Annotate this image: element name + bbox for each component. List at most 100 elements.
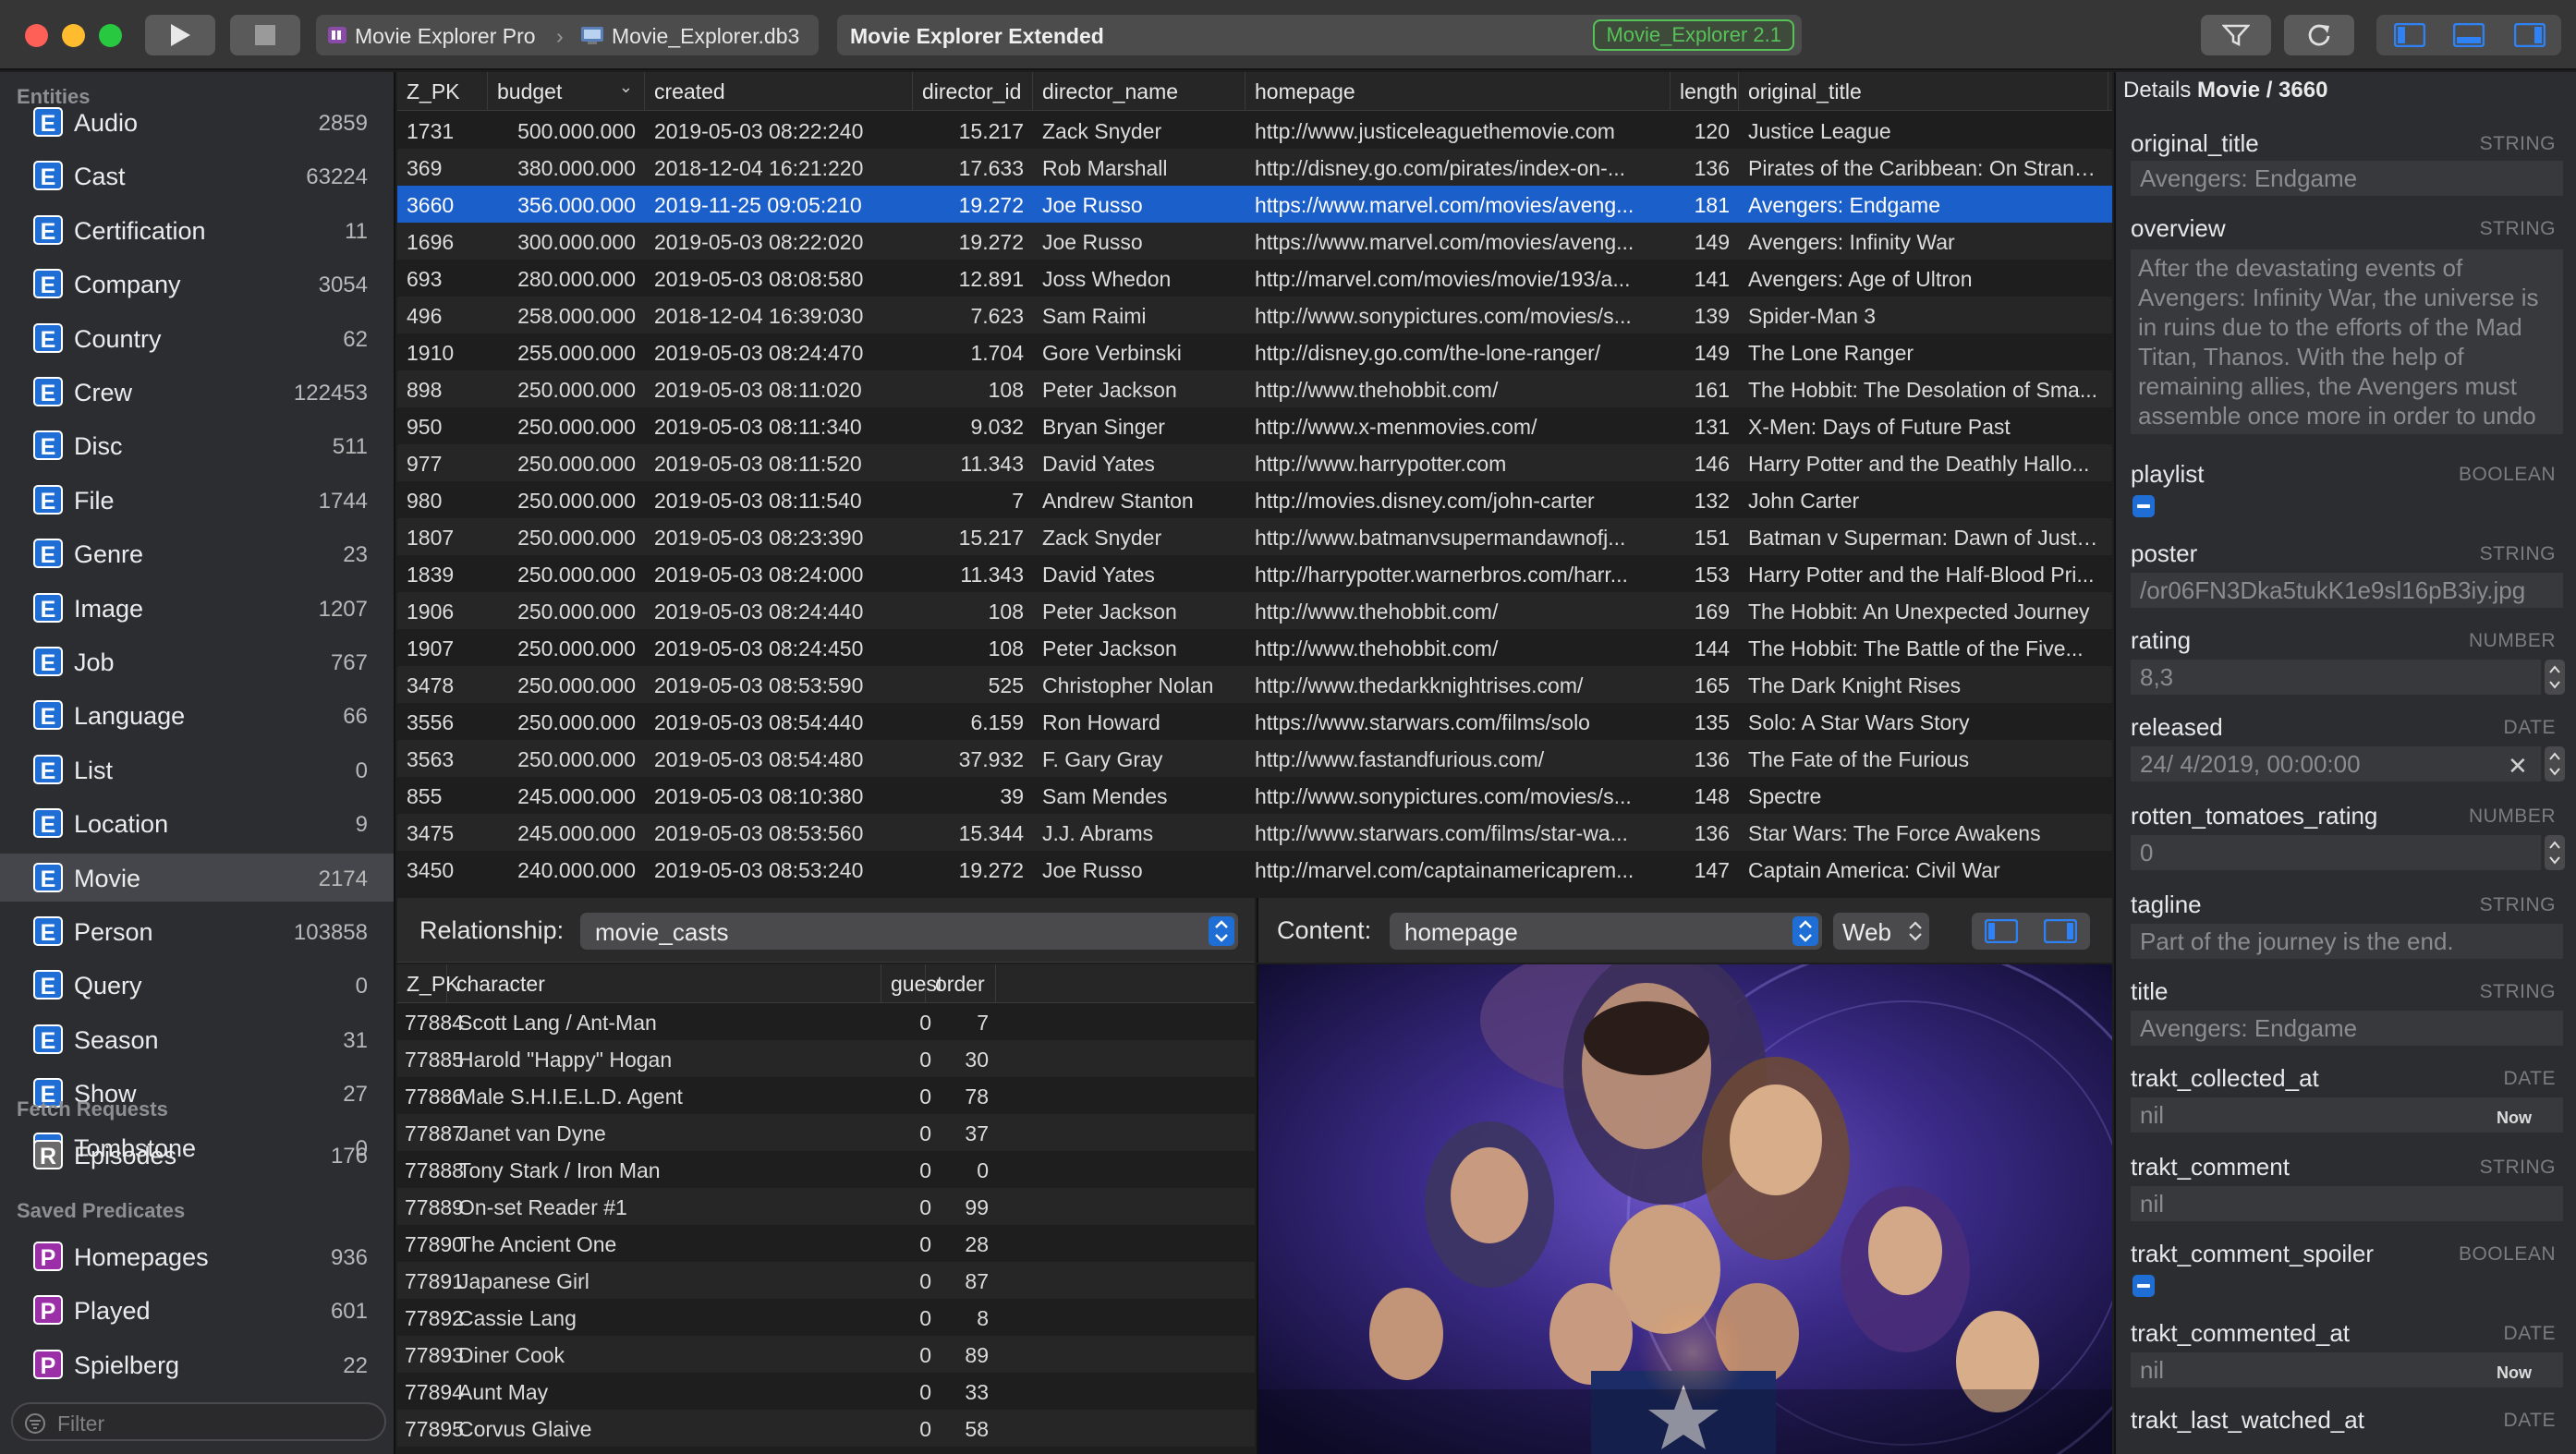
- relationship-column-header-guest[interactable]: guest: [881, 964, 942, 1003]
- relationship-row[interactable]: 77889 On-set Reader #1 0 99: [397, 1188, 1255, 1225]
- table-row[interactable]: 3478 250.000.000 2019-05-03 08:53:590 525 Ch…: [397, 666, 2112, 703]
- records-table[interactable]: Z_PK budget ⌄ created director_id director_na…: [397, 72, 2112, 894]
- table-row[interactable]: 977 250.000.000 2019-05-03 08:11:520 11.343…: [397, 444, 2112, 481]
- field-title-input[interactable]: Avengers: Endgame: [2131, 1011, 2563, 1046]
- relationship-row[interactable]: 77894 Aunt May 0 33: [397, 1373, 1255, 1410]
- table-row[interactable]: 855 245.000.000 2019-05-03 08:10:380 39 Sam …: [397, 777, 2112, 814]
- sidebar-entity-country[interactable]: E Country 62: [0, 314, 394, 362]
- relationship-row[interactable]: 77884 Scott Lang / Ant-Man 0 7: [397, 1003, 1255, 1040]
- layout-right-icon[interactable]: [2044, 919, 2077, 943]
- sidebar-entity-file[interactable]: E File 1744: [0, 476, 394, 524]
- sidebar-entity-season[interactable]: E Season 31: [0, 1015, 394, 1063]
- table-row[interactable]: 1696 300.000.000 2019-05-03 08:22:020 19.27…: [397, 223, 2112, 260]
- column-header-original-title[interactable]: original_title: [1739, 72, 2108, 111]
- relationship-column-header-Z-PK[interactable]: Z_PK: [397, 964, 460, 1003]
- sidebar-entity-certification[interactable]: E Certification 11: [0, 206, 394, 254]
- path-breadcrumb[interactable]: Movie Explorer Pro › Movie_Explorer.db3: [316, 15, 819, 55]
- stop-button[interactable]: [230, 15, 300, 55]
- table-row[interactable]: 1807 250.000.000 2019-05-03 08:23:390 15.21…: [397, 518, 2112, 555]
- field-rotten-tomatoes-rating-input[interactable]: 0: [2131, 835, 2541, 870]
- sidebar-entity-audio[interactable]: E Audio 2859: [0, 98, 394, 146]
- table-row[interactable]: 1839 250.000.000 2019-05-03 08:24:000 11.34…: [397, 555, 2112, 592]
- table-row[interactable]: 693 280.000.000 2019-05-03 08:08:580 12.891…: [397, 260, 2112, 297]
- filter-button[interactable]: [2201, 15, 2271, 55]
- content-field-popup[interactable]: homepage: [1390, 913, 1822, 950]
- field-trakt-commented-at-now-button[interactable]: Now: [2497, 1363, 2532, 1383]
- relationship-row[interactable]: 77888 Tony Stark / Iron Man 0 0: [397, 1151, 1255, 1188]
- toggle-details-icon[interactable]: [2514, 23, 2546, 47]
- refresh-button[interactable]: [2284, 15, 2354, 55]
- sidebar-predicate-spielberg[interactable]: P Spielberg 22: [0, 1340, 394, 1388]
- sidebar-entity-location[interactable]: E Location 9: [0, 799, 394, 847]
- field-rating-input[interactable]: 8,3: [2131, 660, 2541, 695]
- table-row[interactable]: 3660 356.000.000 2019-11-25 09:05:210 19.27…: [397, 186, 2112, 223]
- table-row[interactable]: 1907 250.000.000 2019-05-03 08:24:450 108 Pe…: [397, 629, 2112, 666]
- sidebar-predicate-homepages[interactable]: P Homepages 936: [0, 1232, 394, 1280]
- toggle-bottom-pane-icon[interactable]: [2453, 23, 2485, 47]
- field-playlist-checkbox[interactable]: [2132, 495, 2155, 517]
- relationship-row[interactable]: 77892 Cassie Lang 0 8: [397, 1299, 1255, 1336]
- breadcrumb-app-name[interactable]: Movie Explorer Pro: [355, 24, 536, 49]
- table-row[interactable]: 950 250.000.000 2019-05-03 08:11:340 9.032 B…: [397, 407, 2112, 444]
- zoom-window-button[interactable]: [99, 24, 122, 47]
- sidebar-predicate-played[interactable]: P Played 601: [0, 1286, 394, 1334]
- clear-date-icon[interactable]: ✕: [2508, 752, 2528, 781]
- sidebar-entity-company[interactable]: E Company 3054: [0, 260, 394, 308]
- table-row[interactable]: 3475 245.000.000 2019-05-03 08:53:560 15.34…: [397, 814, 2112, 851]
- column-header-length[interactable]: length: [1671, 72, 1739, 111]
- sidebar-entity-image[interactable]: E Image 1207: [0, 584, 394, 632]
- minimize-window-button[interactable]: [62, 24, 85, 47]
- field-poster-input[interactable]: /or06FN3Dka5tukK1e9sl16pB3iy.jpg: [2131, 573, 2563, 608]
- content-mode-popup[interactable]: Web: [1833, 913, 1929, 950]
- relationship-table[interactable]: Z_PK character guest order 77884 Scott Lang …: [397, 964, 1255, 1454]
- relationship-column-header-character[interactable]: character: [447, 964, 881, 1003]
- column-header-created[interactable]: created: [645, 72, 913, 111]
- layout-left-icon[interactable]: [1985, 919, 2018, 943]
- sidebar-fetch-episodes[interactable]: R Episodes 176: [0, 1131, 394, 1179]
- sidebar-entity-crew[interactable]: E Crew 122453: [0, 368, 394, 416]
- field-overview-textarea[interactable]: After the devastating events of Avengers…: [2131, 249, 2563, 434]
- sidebar-entity-cast[interactable]: E Cast 63224: [0, 151, 394, 200]
- table-row[interactable]: 496 258.000.000 2018-12-04 16:39:030 7.623 S…: [397, 297, 2112, 333]
- field-trakt-collected-at-now-button[interactable]: Now: [2497, 1109, 2532, 1128]
- field-rating-stepper[interactable]: [2545, 660, 2565, 695]
- field-trakt-comment-input[interactable]: nil: [2131, 1186, 2563, 1221]
- relationship-popup[interactable]: movie_casts: [580, 913, 1238, 950]
- relationship-column-header-order[interactable]: order: [926, 964, 996, 1003]
- column-header-director-name[interactable]: director_name: [1033, 72, 1245, 111]
- table-row[interactable]: 3563 250.000.000 2019-05-03 08:54:480 37.93…: [397, 740, 2112, 777]
- breadcrumb-file-name[interactable]: Movie_Explorer.db3: [612, 24, 799, 49]
- field-trakt-comment-spoiler-checkbox[interactable]: [2132, 1275, 2155, 1297]
- sidebar-entity-query[interactable]: E Query 0: [0, 961, 394, 1009]
- toggle-sidebar-icon[interactable]: [2394, 23, 2425, 47]
- table-row[interactable]: 3450 240.000.000 2019-05-03 08:53:240 19.27…: [397, 851, 2112, 888]
- sidebar-entity-movie[interactable]: E Movie 2174: [0, 853, 394, 902]
- column-header-director-id[interactable]: director_id: [913, 72, 1033, 111]
- field-released-stepper[interactable]: [2545, 746, 2565, 782]
- field-tagline-input[interactable]: Part of the journey is the end.: [2131, 924, 2563, 959]
- table-row[interactable]: 1906 250.000.000 2019-05-03 08:24:440 108 Pe…: [397, 592, 2112, 629]
- relationship-row[interactable]: 77891 Japanese Girl 0 87: [397, 1262, 1255, 1299]
- sidebar-filter-field[interactable]: Filter: [11, 1402, 386, 1441]
- close-window-button[interactable]: [25, 24, 48, 47]
- relationship-row[interactable]: 77890 The Ancient One 0 28: [397, 1225, 1255, 1262]
- column-header-Z-PK[interactable]: Z_PK: [397, 72, 488, 111]
- relationship-row[interactable]: 77885 Harold "Happy" Hogan 0 30: [397, 1040, 1255, 1077]
- sort-descending-icon[interactable]: ⌄: [619, 78, 633, 97]
- sidebar-entity-person[interactable]: E Person 103858: [0, 907, 394, 955]
- sidebar-entity-job[interactable]: E Job 767: [0, 637, 394, 685]
- relationship-row[interactable]: 77893 Diner Cook 0 89: [397, 1336, 1255, 1373]
- relationship-row[interactable]: 77887 Janet van Dyne 0 37: [397, 1114, 1255, 1151]
- table-row[interactable]: 3556 250.000.000 2019-05-03 08:54:440 6.159…: [397, 703, 2112, 740]
- relationship-row[interactable]: 77886 Male S.H.I.E.L.D. Agent 0 78: [397, 1077, 1255, 1114]
- relationship-row[interactable]: 77895 Corvus Glaive 0 58: [397, 1410, 1255, 1447]
- sidebar-entity-language[interactable]: E Language 66: [0, 691, 394, 739]
- sidebar-entity-disc[interactable]: E Disc 511: [0, 421, 394, 469]
- table-row[interactable]: 1910 255.000.000 2019-05-03 08:24:470 1.704…: [397, 333, 2112, 370]
- table-row[interactable]: 980 250.000.000 2019-05-03 08:11:540 7 Andre…: [397, 481, 2112, 518]
- field-original-title-input[interactable]: Avengers: Endgame: [2131, 161, 2563, 196]
- sidebar-entity-list[interactable]: E List 0: [0, 745, 394, 794]
- sidebar-entity-genre[interactable]: E Genre 23: [0, 529, 394, 577]
- table-row[interactable]: 1731 500.000.000 2019-05-03 08:22:240 15.21…: [397, 112, 2112, 149]
- column-header-homepage[interactable]: homepage: [1245, 72, 1671, 111]
